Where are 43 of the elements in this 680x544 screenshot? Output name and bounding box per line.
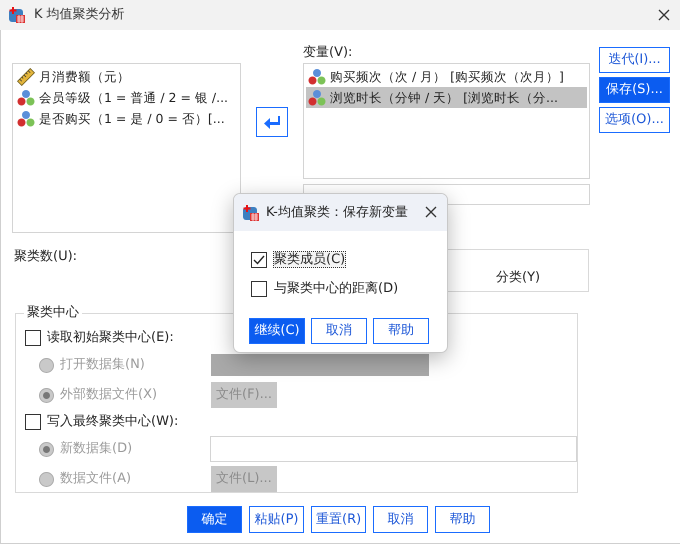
- checkbox[interactable]: [25, 330, 41, 346]
- dialog-button[interactable]: 帮助: [435, 506, 490, 533]
- input-field[interactable]: [210, 436, 577, 462]
- window-title: K 均值聚类分析: [34, 7, 125, 23]
- checkbox[interactable]: [251, 252, 267, 268]
- three-balls-icon: [17, 110, 35, 128]
- dialog-button[interactable]: 保存(S)...: [599, 77, 670, 103]
- variable-item[interactable]: 是否购买（1 = 是 / 0 = 否）[...: [15, 108, 238, 129]
- dialog-button[interactable]: 取消: [373, 506, 428, 533]
- dialog-button[interactable]: 粘贴(P): [249, 506, 304, 533]
- field-label: 聚类数(U):: [14, 249, 78, 266]
- app-icon: [242, 204, 260, 222]
- field-label: 变量(V):: [303, 45, 354, 62]
- checkbox[interactable]: [251, 280, 267, 296]
- three-balls-icon: [308, 88, 326, 106]
- three-balls-icon: [17, 88, 35, 106]
- checkbox-label: 写入最终聚类中心(W):: [47, 414, 178, 430]
- variable-item[interactable]: 浏览时长（分钟 / 天） [浏览时长（分...: [306, 87, 587, 108]
- dialog-button[interactable]: 继续(C): [249, 318, 305, 344]
- variable-item[interactable]: 购买频次（次 / 月） [购买频次（次月）]: [306, 66, 587, 87]
- group-title: 聚类中心: [24, 305, 82, 321]
- variable-item[interactable]: 会员等级（1 = 普通 / 2 = 银 /...: [15, 87, 238, 108]
- radio-label: 打开数据集(N): [60, 357, 145, 373]
- radio-label: 数据文件(A): [60, 471, 132, 487]
- dialog-button[interactable]: 选项(O)...: [599, 107, 670, 133]
- radio-label: 分类(Y): [496, 270, 540, 285]
- arrow-icon: [263, 114, 281, 130]
- variable-item[interactable]: 月消费额（元）: [15, 66, 238, 87]
- checkbox[interactable]: [25, 414, 41, 430]
- checkbox-label: 与聚类中心的距离(D): [273, 280, 400, 298]
- radio-label: 外部数据文件(X): [60, 387, 158, 403]
- move-button[interactable]: [256, 107, 288, 137]
- checkbox-label: 读取初始聚类中心(E):: [47, 330, 174, 346]
- window-title: K-均值聚类：保存新变量: [266, 204, 408, 220]
- three-balls-icon: [308, 68, 326, 86]
- dialog-button[interactable]: 取消: [311, 318, 367, 344]
- dialog-button[interactable]: 确定: [187, 506, 242, 533]
- radio-label: 新数据集(D): [60, 441, 132, 457]
- checkbox-label: 聚类成员(C): [273, 250, 346, 268]
- app-icon: [8, 6, 26, 24]
- dialog-button[interactable]: 迭代(I)...: [599, 47, 670, 73]
- dialog-button[interactable]: 重置(R): [311, 506, 366, 533]
- dialog-button[interactable]: 帮助: [373, 318, 429, 344]
